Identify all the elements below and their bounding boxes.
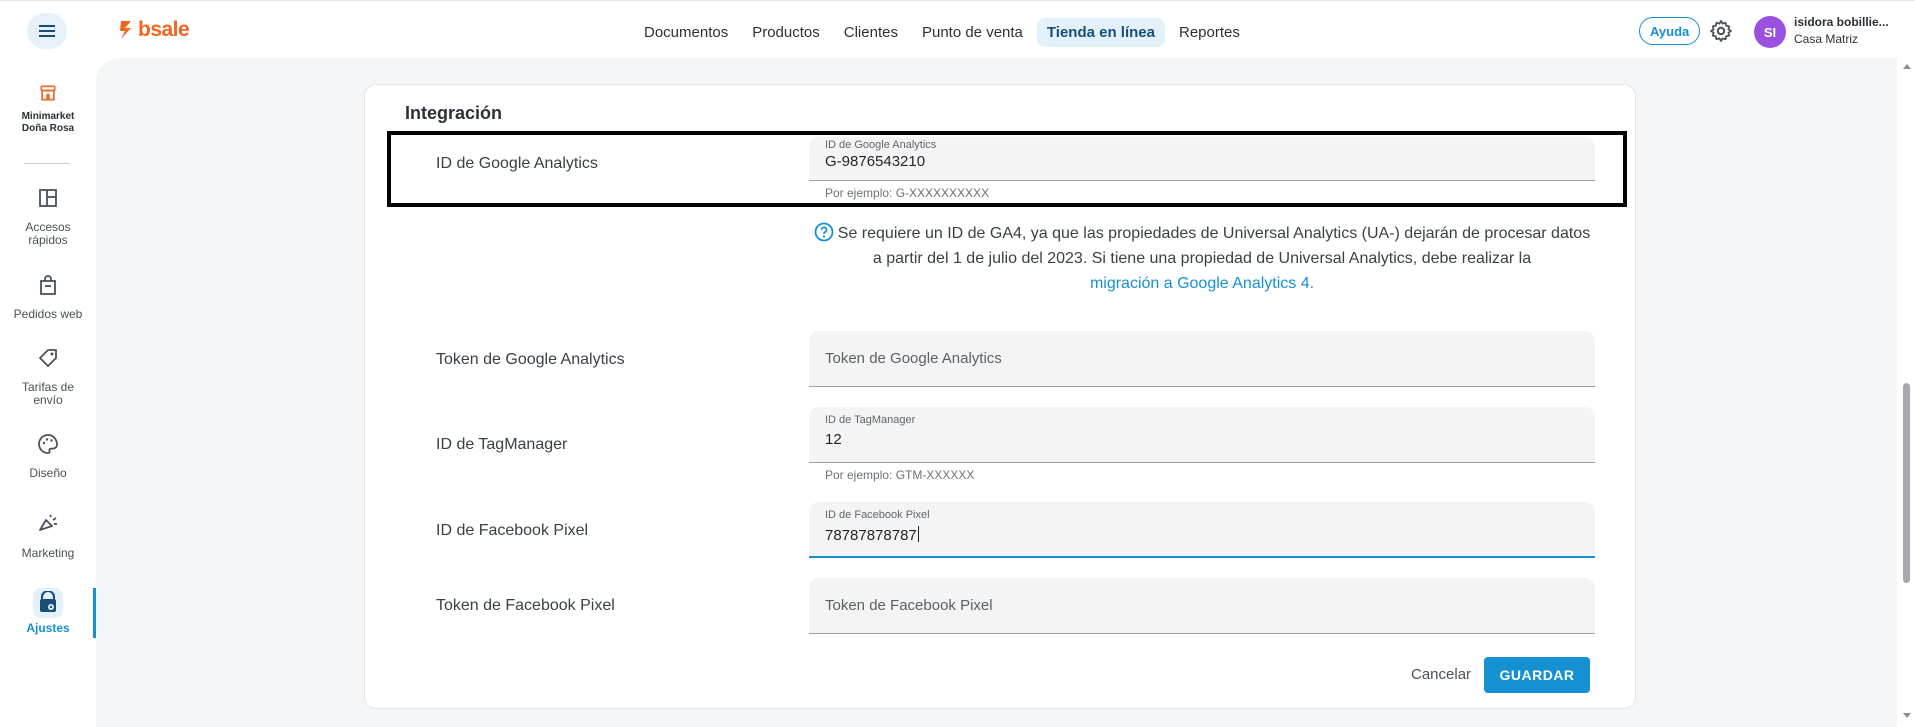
- ga-id-field[interactable]: ID de Google Analytics G-9876543210: [809, 137, 1595, 181]
- user-name[interactable]: isidora bobillie...: [1794, 15, 1889, 29]
- megaphone-icon: [39, 514, 57, 531]
- store-name-line2: Doña Rosa: [21, 123, 75, 134]
- hamburger-menu-button[interactable]: [27, 13, 67, 49]
- nav-productos[interactable]: Productos: [742, 18, 830, 47]
- top-bar: bsale Documentos Productos Clientes Punt…: [0, 0, 1915, 58]
- scroll-down-arrow[interactable]: [1903, 713, 1911, 718]
- ga4-migration-link[interactable]: migración a Google Analytics 4.: [1090, 275, 1314, 292]
- sidebar: Minimarket Doña Rosa Accesos rápidos Ped…: [0, 58, 96, 727]
- scrollbar[interactable]: [1897, 58, 1915, 727]
- sidebar-divider: [24, 163, 70, 164]
- fb-pixel-value: 78787878787: [825, 527, 917, 544]
- sidebar-item-tarifas-envio[interactable]: Tarifas de envío: [0, 346, 96, 407]
- tagmanager-floating-label: ID de TagManager: [825, 414, 916, 426]
- sidebar-item-marketing[interactable]: Marketing: [0, 512, 96, 560]
- question-circle-icon: [814, 222, 834, 242]
- section-title: Integración: [405, 103, 503, 123]
- sidebar-item-label: Ajustes: [26, 621, 70, 635]
- sidebar-item-ajustes[interactable]: Ajustes: [0, 588, 96, 635]
- sidebar-store[interactable]: Minimarket Doña Rosa: [0, 82, 96, 135]
- gear-icon[interactable]: [1709, 19, 1733, 43]
- main-nav: Documentos Productos Clientes Punto de v…: [634, 17, 1250, 47]
- text-caret: [917, 526, 919, 542]
- cancel-button[interactable]: Cancelar: [1411, 666, 1471, 683]
- bsale-logo[interactable]: bsale: [118, 18, 190, 42]
- ga-id-floating-label: ID de Google Analytics: [825, 139, 937, 151]
- tagmanager-input[interactable]: ID de TagManager 12: [809, 407, 1595, 463]
- sidebar-item-label: Marketing: [21, 546, 75, 560]
- ga-token-label: Token de Google Analytics: [436, 351, 625, 368]
- ga4-info-text: Se requiere un ID de GA4, ya que las pro…: [837, 225, 1591, 267]
- tagmanager-helper: Por ejemplo: GTM-XXXXXX: [825, 468, 975, 482]
- sidebar-item-label: Pedidos web: [13, 307, 83, 321]
- ga-id-label: ID de Google Analytics: [436, 155, 598, 172]
- integration-card: Integración ID de Google Analytics ID de…: [364, 84, 1636, 709]
- store-settings-icon: [40, 590, 56, 612]
- sidebar-item-label: rápidos: [28, 233, 68, 247]
- tag-icon: [39, 349, 57, 367]
- save-button[interactable]: GUARDAR: [1484, 657, 1590, 693]
- sidebar-item-label: Diseño: [29, 466, 67, 480]
- ga-id-value: G-9876543210: [825, 153, 926, 170]
- bsale-logo-icon: [120, 21, 131, 39]
- tagmanager-label: ID de TagManager: [436, 436, 568, 453]
- user-branch: Casa Matriz: [1794, 32, 1859, 46]
- palette-icon: [38, 434, 58, 454]
- ga-token-input[interactable]: Token de Google Analytics: [809, 331, 1595, 387]
- logo-text: bsale: [138, 18, 190, 41]
- help-button[interactable]: Ayuda: [1639, 17, 1701, 45]
- fb-token-label: Token de Facebook Pixel: [436, 597, 615, 614]
- ga4-info-message: Se requiere un ID de GA4, ya que las pro…: [809, 221, 1595, 296]
- avatar[interactable]: SI: [1754, 16, 1786, 48]
- nav-reportes[interactable]: Reportes: [1169, 18, 1250, 47]
- scroll-up-arrow[interactable]: [1903, 64, 1911, 69]
- sidebar-item-label: envío: [33, 393, 63, 407]
- fb-token-input[interactable]: Token de Facebook Pixel: [809, 578, 1595, 634]
- sidebar-item-pedidos-web[interactable]: Pedidos web: [0, 273, 96, 321]
- main-content: Integración ID de Google Analytics ID de…: [96, 58, 1897, 727]
- fb-pixel-floating-label: ID de Facebook Pixel: [825, 509, 930, 521]
- sidebar-item-accesos-rapidos[interactable]: Accesos rápidos: [0, 186, 96, 247]
- ga-id-helper: Por ejemplo: G-XXXXXXXXXX: [825, 186, 990, 200]
- fb-pixel-input[interactable]: ID de Facebook Pixel 78787878787: [809, 502, 1595, 558]
- fb-pixel-value-wrap: 78787878787: [825, 526, 919, 544]
- nav-documentos[interactable]: Documentos: [634, 18, 738, 47]
- sidebar-active-indicator: [33, 588, 63, 618]
- nav-tienda-en-linea[interactable]: Tienda en línea: [1036, 17, 1165, 47]
- shopping-bag-icon: [40, 275, 56, 295]
- tagmanager-value: 12: [825, 431, 842, 448]
- scroll-thumb[interactable]: [1903, 383, 1910, 583]
- nav-punto-de-venta[interactable]: Punto de venta: [912, 18, 1033, 47]
- fb-token-placeholder: Token de Facebook Pixel: [825, 597, 993, 614]
- layout-icon: [39, 189, 57, 207]
- nav-clientes[interactable]: Clientes: [834, 18, 908, 47]
- store-icon: [40, 85, 56, 101]
- ga-token-placeholder: Token de Google Analytics: [825, 350, 1002, 367]
- store-name-line1: Minimarket: [21, 111, 75, 122]
- fb-pixel-label: ID de Facebook Pixel: [436, 522, 589, 539]
- sidebar-item-diseno[interactable]: Diseño: [0, 432, 96, 480]
- hamburger-icon: [39, 25, 55, 37]
